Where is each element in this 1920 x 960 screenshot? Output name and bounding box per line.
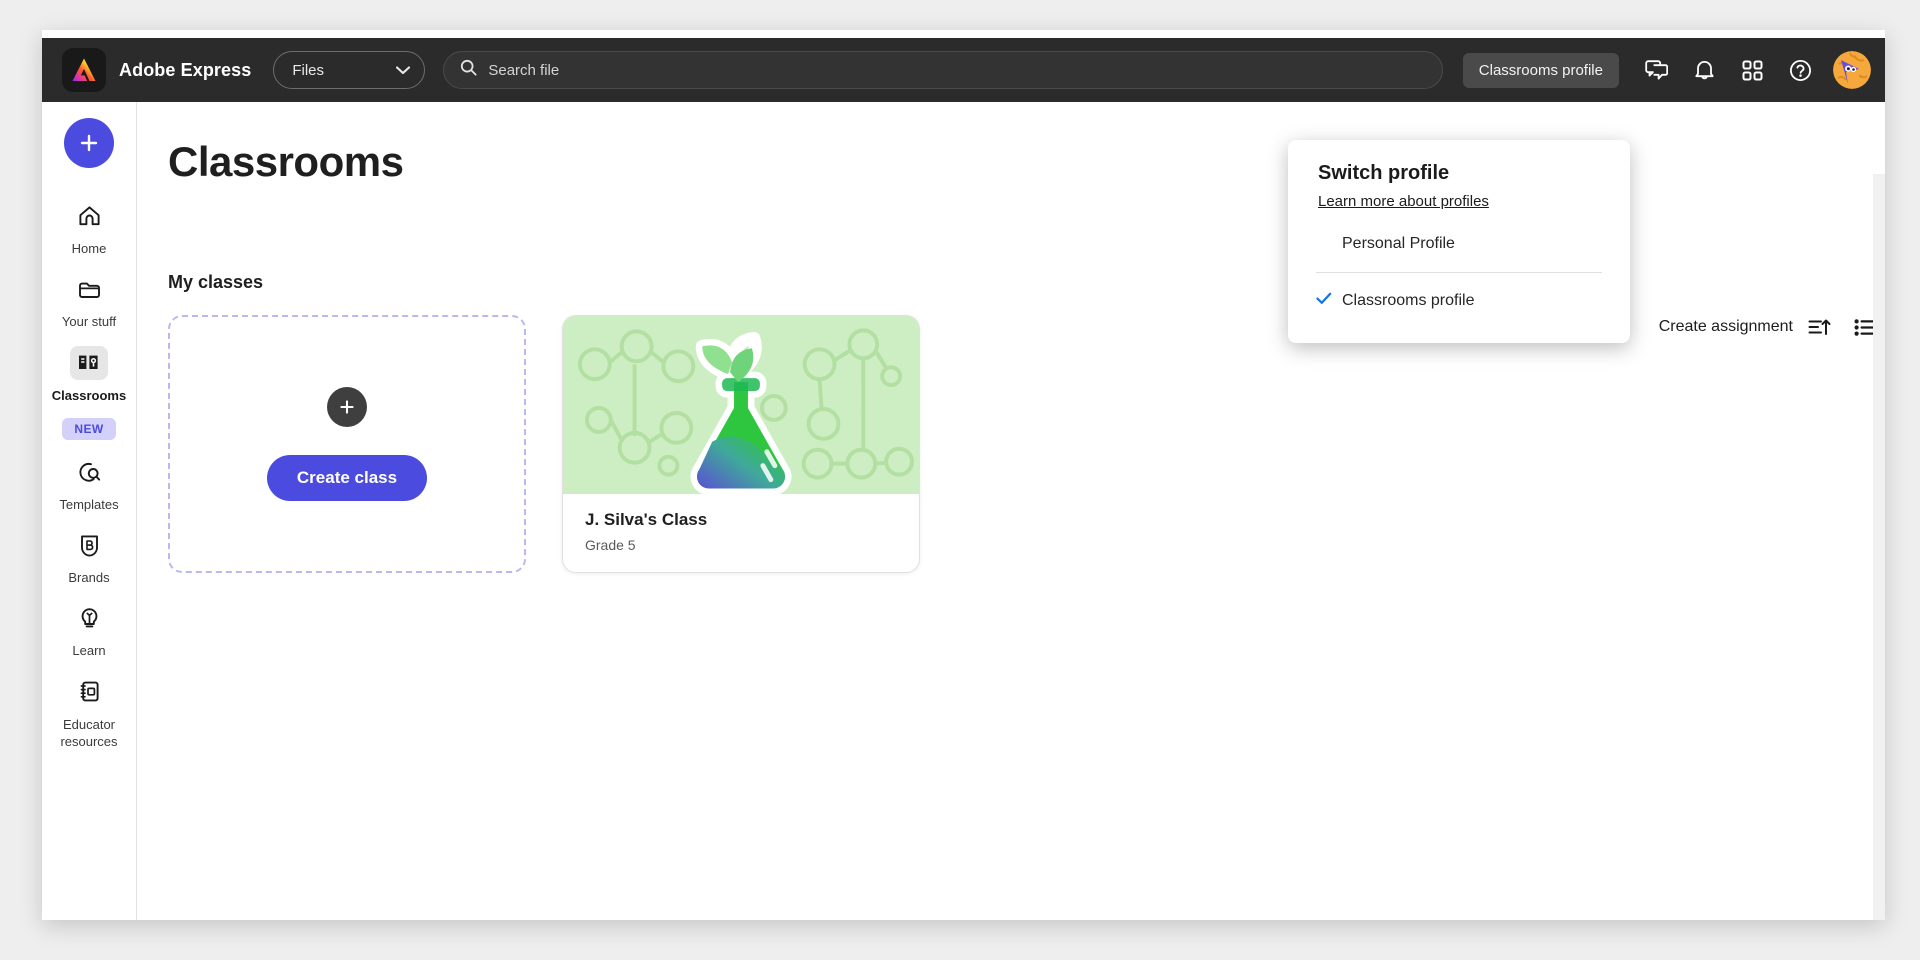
sidebar-item-learn[interactable]: Learn <box>42 592 137 665</box>
content-toolbar: Create assignment <box>1659 307 1885 347</box>
chevron-down-icon <box>396 62 411 79</box>
check-icon <box>1316 292 1332 310</box>
sidebar-item-label: Educator resources <box>60 716 118 749</box>
sidebar-item-label: Learn <box>72 643 106 659</box>
sidebar-item-label: Classrooms <box>51 387 127 403</box>
create-class-card[interactable]: Create class <box>168 315 526 573</box>
home-icon <box>70 199 108 233</box>
help-icon[interactable] <box>1779 49 1821 91</box>
sidebar-item-label: Templates <box>59 496 119 512</box>
brand[interactable]: Adobe Express <box>62 48 251 92</box>
classrooms-icon <box>70 345 108 380</box>
plus-icon[interactable] <box>327 387 367 427</box>
class-thumbnail <box>563 316 919 494</box>
class-card-meta: J. Silva's Class Grade 5 <box>563 494 919 553</box>
science-flask-plant-icon <box>563 316 919 494</box>
brand-name: Adobe Express <box>119 59 252 80</box>
folder-icon <box>70 272 108 306</box>
sort-ascending-icon[interactable] <box>1799 307 1839 347</box>
bell-icon[interactable] <box>1683 49 1725 91</box>
profile-option-personal[interactable]: Personal Profile <box>1288 222 1630 266</box>
learn-more-link[interactable]: Learn more about profiles <box>1288 185 1630 210</box>
create-assignment-button[interactable]: Create assignment <box>1659 318 1793 336</box>
sidebar-item-label: Home <box>71 241 107 256</box>
status-badge: NEW <box>62 417 116 440</box>
scope-select-value: Files <box>292 61 325 79</box>
create-new-button[interactable] <box>64 118 114 168</box>
sidebar-item-label: Your stuff <box>61 314 117 330</box>
adobe-express-logo-icon[interactable] <box>62 48 106 92</box>
sidebar-item-label: Brands <box>68 570 110 586</box>
scope-select[interactable]: Files <box>273 51 426 89</box>
search-input[interactable]: Search file <box>488 62 559 79</box>
window-top-strip <box>42 30 1885 38</box>
sidebar-item-home[interactable]: Home <box>42 190 137 263</box>
user-avatar[interactable] <box>1833 51 1871 89</box>
sidebar-item-brands[interactable]: Brands <box>42 519 137 592</box>
profile-option-label: Personal Profile <box>1342 235 1455 252</box>
templates-search-icon <box>70 455 108 489</box>
vertical-scrollbar[interactable] <box>1873 174 1885 920</box>
class-card[interactable]: J. Silva's Class Grade 5 <box>562 315 920 573</box>
brands-shield-icon <box>70 528 108 562</box>
sidebar-item-educator-resources[interactable]: Educator resources <box>42 666 137 757</box>
sidebar-item-templates[interactable]: Templates <box>42 446 137 519</box>
dropdown-title: Switch profile <box>1318 162 1450 184</box>
class-name: J. Silva's Class <box>585 510 708 529</box>
chat-icon[interactable] <box>1635 49 1677 91</box>
profile-option-classrooms[interactable]: Classrooms profile <box>1288 279 1630 323</box>
search-bar[interactable]: Search file <box>443 51 1444 89</box>
sidebar-item-your-stuff[interactable]: Your stuff <box>42 263 137 336</box>
top-app-bar: Adobe Express Files Search file Classroo… <box>42 38 1885 102</box>
left-sidebar: Home Your stuff Classrooms NEW Templates… <box>42 102 137 920</box>
profile-option-label: Classrooms profile <box>1342 292 1475 309</box>
sidebar-item-classrooms[interactable]: Classrooms NEW <box>42 337 137 446</box>
switch-profile-dropdown: Switch profile Learn more about profiles… <box>1288 140 1630 343</box>
apps-grid-icon[interactable] <box>1731 49 1773 91</box>
profile-switch-button[interactable]: Classrooms profile <box>1462 52 1619 88</box>
dropdown-divider <box>1316 272 1602 273</box>
create-class-button[interactable]: Create class <box>266 455 428 501</box>
browser-window: Adobe Express Files Search file Classroo… <box>42 30 1885 920</box>
class-card-grid: Create class J. Silva's Class Grade 5 <box>168 315 1885 573</box>
topbar-actions: Classrooms profile <box>1462 38 1885 102</box>
notebook-icon <box>70 675 108 709</box>
class-grade: Grade 5 <box>585 537 636 553</box>
lightbulb-icon <box>70 601 108 635</box>
search-icon <box>460 59 477 81</box>
